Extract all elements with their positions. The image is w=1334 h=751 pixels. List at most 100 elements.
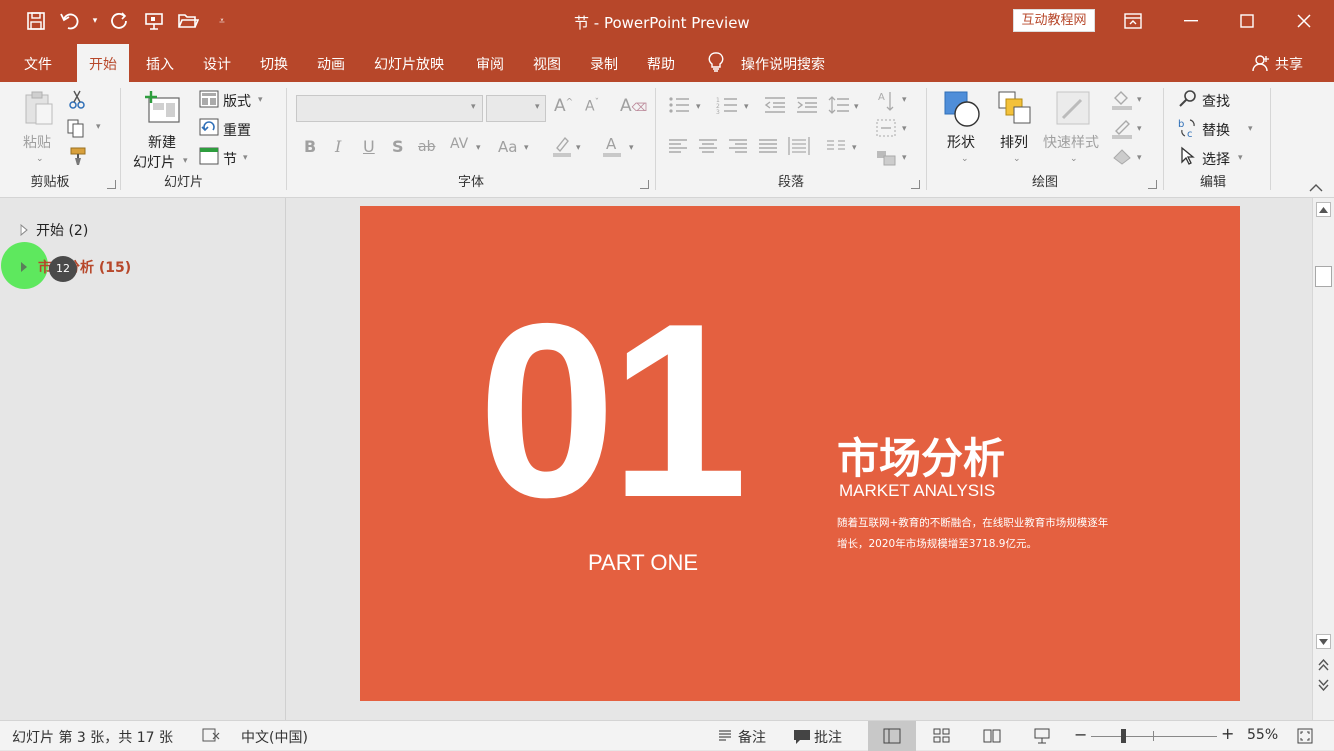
clipboard-dialog-launcher[interactable] bbox=[107, 180, 116, 189]
section-button[interactable]: 节 bbox=[223, 149, 237, 169]
align-text-icon[interactable] bbox=[876, 119, 896, 141]
columns-dropdown-icon[interactable]: ▾ bbox=[852, 143, 857, 153]
present-icon[interactable] bbox=[140, 8, 168, 34]
comments-button[interactable]: 批注 bbox=[814, 727, 842, 747]
arrange-label[interactable]: 排列 bbox=[1000, 132, 1028, 152]
section-dropdown-icon[interactable]: ▾ bbox=[243, 153, 248, 163]
zoom-in-icon[interactable]: + bbox=[1221, 724, 1234, 743]
paste-dropdown-icon[interactable]: ⌄ bbox=[36, 154, 44, 164]
layout-dropdown-icon[interactable]: ▾ bbox=[258, 95, 263, 105]
character-spacing-icon[interactable]: AV bbox=[450, 136, 468, 152]
open-folder-icon[interactable] bbox=[174, 8, 202, 34]
promo-badge[interactable]: 互动教程网 bbox=[1013, 9, 1095, 32]
vertical-scrollbar[interactable] bbox=[1312, 198, 1334, 720]
tab-design[interactable]: 设计 bbox=[203, 54, 231, 74]
shape-fill-icon[interactable] bbox=[1111, 88, 1133, 114]
maximize-button[interactable] bbox=[1219, 0, 1275, 42]
quick-styles-dropdown-icon[interactable]: ⌄ bbox=[1070, 154, 1078, 164]
font-color-dropdown-icon[interactable]: ▾ bbox=[629, 143, 634, 153]
decrease-indent-icon[interactable] bbox=[764, 96, 786, 118]
tab-insert[interactable]: 插入 bbox=[146, 54, 174, 74]
replace-icon[interactable]: bc bbox=[1178, 117, 1198, 143]
align-center-icon[interactable] bbox=[698, 138, 718, 158]
font-name-combobox[interactable] bbox=[296, 95, 483, 122]
customize-qat-icon[interactable]: ⩡ bbox=[208, 8, 236, 34]
smartart-icon[interactable] bbox=[876, 148, 896, 170]
scroll-thumb[interactable] bbox=[1315, 266, 1332, 287]
strikethrough-icon[interactable]: ab bbox=[418, 139, 435, 155]
tab-file[interactable]: 文件 bbox=[24, 54, 52, 74]
text-direction-icon[interactable]: A bbox=[876, 90, 896, 116]
slide-sorter-icon[interactable] bbox=[933, 728, 951, 748]
paragraph-dialog-launcher[interactable] bbox=[911, 180, 920, 189]
shapes-icon[interactable] bbox=[943, 90, 983, 132]
tab-view[interactable]: 视图 bbox=[533, 54, 561, 74]
character-spacing-dropdown-icon[interactable]: ▾ bbox=[476, 143, 481, 153]
align-text-dropdown-icon[interactable]: ▾ bbox=[902, 124, 907, 134]
font-color-icon[interactable]: A bbox=[602, 134, 622, 162]
columns-icon[interactable] bbox=[826, 138, 846, 158]
fit-to-window-icon[interactable] bbox=[1297, 728, 1313, 748]
replace-button[interactable]: 替换 bbox=[1202, 120, 1230, 140]
minimize-button[interactable] bbox=[1163, 0, 1219, 42]
numbering-dropdown-icon[interactable]: ▾ bbox=[744, 102, 749, 112]
paste-icon[interactable] bbox=[22, 90, 56, 130]
align-left-icon[interactable] bbox=[668, 138, 688, 158]
new-slide-label-1[interactable]: 新建 bbox=[148, 132, 176, 152]
increase-indent-icon[interactable] bbox=[796, 96, 818, 118]
zoom-out-icon[interactable]: − bbox=[1074, 725, 1087, 744]
reset-button[interactable]: 重置 bbox=[223, 120, 251, 140]
notes-icon[interactable] bbox=[718, 730, 732, 746]
underline-icon[interactable]: U bbox=[363, 137, 375, 156]
new-slide-dropdown-icon[interactable]: ▾ bbox=[183, 156, 188, 166]
scroll-up-icon[interactable] bbox=[1316, 202, 1331, 217]
select-button[interactable]: 选择 bbox=[1202, 149, 1230, 169]
reading-view-icon[interactable] bbox=[983, 728, 1001, 748]
new-slide-label-2[interactable]: 幻灯片 bbox=[133, 152, 175, 172]
notes-button[interactable]: 备注 bbox=[738, 727, 766, 747]
select-dropdown-icon[interactable]: ▾ bbox=[1238, 153, 1243, 163]
find-icon[interactable] bbox=[1178, 89, 1198, 113]
zoom-slider-thumb[interactable] bbox=[1121, 729, 1126, 743]
section-item-start[interactable]: 开始 (2) bbox=[20, 220, 88, 240]
bullets-dropdown-icon[interactable]: ▾ bbox=[696, 102, 701, 112]
align-right-icon[interactable] bbox=[728, 138, 748, 158]
language-status[interactable]: 中文(中国) bbox=[241, 727, 308, 747]
shape-effects-icon[interactable] bbox=[1111, 146, 1133, 170]
save-icon[interactable] bbox=[22, 8, 50, 34]
next-slide-icon[interactable] bbox=[1318, 676, 1329, 695]
drawing-dialog-launcher[interactable] bbox=[1148, 180, 1157, 189]
comments-icon[interactable] bbox=[793, 729, 811, 749]
reset-icon[interactable] bbox=[199, 118, 219, 140]
shapes-label[interactable]: 形状 bbox=[947, 132, 975, 152]
collapse-ribbon-icon[interactable] bbox=[1309, 180, 1323, 196]
copy-icon[interactable] bbox=[66, 118, 88, 142]
normal-view-icon[interactable] bbox=[868, 721, 916, 751]
numbering-icon[interactable]: 123 bbox=[716, 96, 738, 118]
undo-dropdown-icon[interactable]: ▾ bbox=[90, 8, 100, 34]
shape-effects-dropdown-icon[interactable]: ▾ bbox=[1137, 153, 1142, 163]
share-button[interactable]: 共享 bbox=[1275, 54, 1303, 74]
decrease-font-size-icon[interactable]: Aˇ bbox=[585, 98, 599, 115]
clear-formatting-icon[interactable]: A⌫ bbox=[620, 96, 647, 116]
increase-font-size-icon[interactable]: A^ bbox=[554, 96, 573, 116]
text-shadow-icon[interactable]: S bbox=[392, 137, 404, 156]
text-direction-dropdown-icon[interactable]: ▾ bbox=[902, 95, 907, 105]
font-name-dropdown-icon[interactable]: ▾ bbox=[471, 102, 476, 112]
distributed-icon[interactable] bbox=[788, 136, 810, 160]
justify-icon[interactable] bbox=[758, 138, 778, 158]
accessibility-icon[interactable] bbox=[202, 727, 220, 747]
change-case-dropdown-icon[interactable]: ▾ bbox=[524, 143, 529, 153]
shapes-dropdown-icon[interactable]: ⌄ bbox=[961, 154, 969, 164]
section-icon[interactable] bbox=[199, 147, 219, 169]
section-expand-triangle-icon[interactable] bbox=[20, 261, 28, 273]
quick-styles-label[interactable]: 快速样式 bbox=[1043, 132, 1099, 152]
previous-slide-icon[interactable] bbox=[1318, 656, 1329, 675]
slideshow-view-icon[interactable] bbox=[1033, 727, 1051, 749]
format-painter-icon[interactable] bbox=[68, 146, 88, 170]
new-slide-icon[interactable] bbox=[143, 90, 183, 128]
change-case-icon[interactable]: Aa bbox=[498, 138, 517, 156]
tab-home[interactable]: 开始 bbox=[77, 44, 129, 82]
bullets-icon[interactable] bbox=[668, 96, 690, 118]
shape-outline-dropdown-icon[interactable]: ▾ bbox=[1137, 124, 1142, 134]
